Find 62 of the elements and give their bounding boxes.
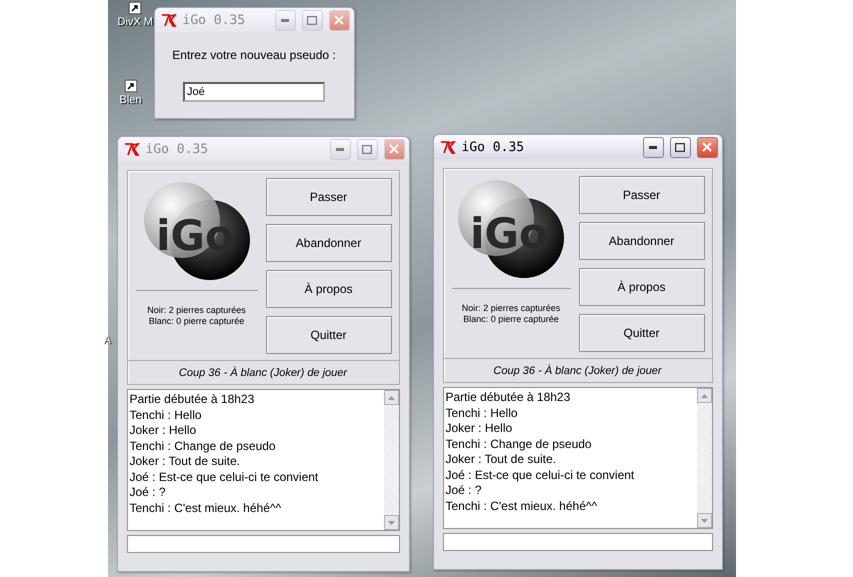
chat-message: Partie débutée à 18h23 [446, 390, 572, 406]
chat-message: Joker : Hello [130, 423, 198, 438]
capture-count: Noir: 2 pierres capturées [147, 305, 246, 316]
scrollbar[interactable] [384, 390, 398, 530]
close-icon [702, 142, 712, 152]
turn-status: Coup 36 - À blanc (Joker) de jouer [178, 366, 348, 378]
window-title: iGo 0.35 [462, 140, 526, 154]
maximize-icon [307, 16, 317, 24]
minimize-button[interactable] [642, 136, 664, 158]
feather-icon [160, 14, 176, 26]
maximize-icon [675, 142, 685, 152]
shortcut-icon [124, 80, 137, 92]
chat-message: Joker : Tout de suite. [446, 452, 558, 468]
chat-message: Tenchi : Hello [130, 408, 203, 423]
desktop-icon-label[interactable]: DivX M [118, 16, 153, 28]
chat-message: Tenchi : Hello [446, 406, 519, 421]
action-button[interactable]: À propos [578, 268, 704, 306]
capture-count: Noir: 2 pierres capturées [462, 303, 560, 314]
minimize-icon [336, 148, 344, 150]
capture-count: Blanc: 0 pierre capturée [148, 316, 244, 327]
chat-input-field[interactable] [442, 533, 712, 551]
chat-message: Joé : ? [130, 485, 167, 500]
close-icon [334, 15, 344, 25]
chat-message: Partie débutée à 18h23 [130, 392, 256, 408]
chat-message: Tenchi : Change de pseudo [446, 436, 593, 452]
window-title: iGo 0.35 [146, 142, 210, 156]
chat-message: Joker : Tout de suite. [130, 454, 242, 470]
feather-icon [124, 142, 140, 156]
chat-message: Joé : Est-ce que celui-ci te convient [130, 470, 320, 485]
action-button[interactable]: Abandonner [266, 224, 392, 262]
maximize-icon [362, 144, 372, 154]
feather-icon [440, 140, 456, 154]
close-button[interactable] [696, 136, 718, 158]
chat-message: Joé : Est-ce que celui-ci te convient [446, 468, 636, 483]
maximize-button[interactable] [670, 136, 690, 158]
down-arrow-icon [700, 518, 708, 522]
action-button[interactable]: Quitter [266, 316, 392, 354]
scrollbar[interactable] [696, 388, 712, 528]
chat-message: Joker : Hello [446, 421, 514, 436]
action-button[interactable]: Abandonner [578, 222, 704, 260]
action-button[interactable]: Quitter [578, 314, 704, 352]
turn-status: Coup 36 - À blanc (Joker) de jouer [493, 364, 662, 376]
minimize-icon [649, 146, 657, 148]
action-button[interactable]: À propos [266, 270, 392, 308]
close-icon [389, 144, 399, 154]
chat-message: Tenchi : Change de pseudo [130, 438, 277, 454]
prompt-label: Entrez votre nouveau pseudo : [172, 48, 336, 62]
up-arrow-icon [388, 396, 394, 400]
shortcut-icon [129, 2, 142, 14]
window-title: iGo 0.35 [182, 12, 246, 28]
chat-input-field[interactable] [126, 535, 400, 553]
desktop-icon-label[interactable]: A [104, 334, 111, 346]
capture-count: Blanc: 0 pierre capturée [463, 314, 559, 325]
down-arrow-icon [388, 520, 394, 524]
minimize-icon [281, 18, 289, 22]
nickname-field[interactable]: Joé [183, 82, 325, 102]
chat-message: Tenchi : C'est mieux. héhé^^ [130, 500, 282, 516]
action-button[interactable]: Passer [578, 176, 704, 214]
up-arrow-icon [700, 394, 708, 398]
chat-message: Joé : ? [446, 483, 483, 498]
chat-message: Tenchi : C'est mieux. héhé^^ [446, 498, 598, 514]
action-button[interactable]: Passer [266, 178, 392, 216]
